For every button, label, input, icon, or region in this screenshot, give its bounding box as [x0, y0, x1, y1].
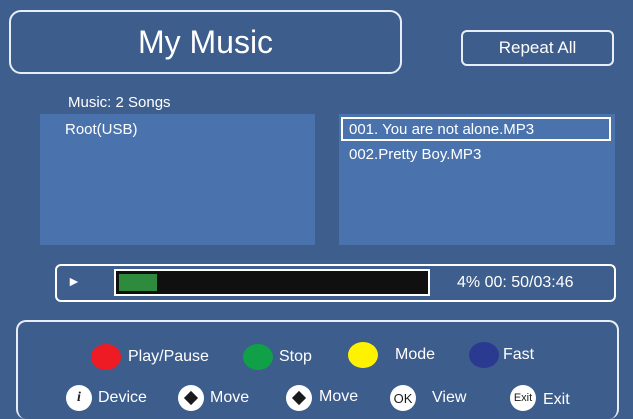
- folder-list: Root(USB): [40, 114, 315, 245]
- legend-label-view: View: [432, 389, 467, 406]
- legend-label-stop: Stop: [279, 348, 312, 365]
- red-key-icon: [91, 344, 121, 370]
- page-title-text: My Music: [137, 23, 274, 60]
- ok-icon: OK: [390, 385, 416, 411]
- yellow-key-icon: [348, 342, 378, 368]
- playback-bar: ► 4% 00: 50/03:46: [55, 264, 616, 302]
- song-count-label: Music: 2 Songs: [68, 94, 171, 111]
- folder-item-root[interactable]: Root(USB): [65, 121, 138, 138]
- music-player-panel: My Music Repeat All Music: 2 Songs Root(…: [0, 0, 633, 419]
- remote-key-legend: Play/Pause Stop Mode Fast i Device Move …: [16, 320, 619, 419]
- repeat-mode-button[interactable]: Repeat All: [461, 30, 614, 66]
- green-key-icon: [243, 344, 273, 370]
- repeat-mode-label: Repeat All: [498, 38, 577, 57]
- song-item[interactable]: 002.Pretty Boy.MP3: [343, 144, 481, 168]
- play-icon: ►: [67, 273, 81, 289]
- left-right-arrow-icon: [286, 385, 312, 411]
- song-item-selected[interactable]: 001. You are not alone.MP3: [341, 117, 611, 141]
- legend-label-fast: Fast: [503, 346, 535, 363]
- legend-label-mode: Mode: [395, 346, 436, 363]
- legend-label-move-vertical: Move: [210, 389, 250, 406]
- song-list: 001. You are not alone.MP3 002.Pretty Bo…: [339, 114, 615, 245]
- info-icon: i: [66, 385, 92, 411]
- exit-icon: Exit: [510, 385, 536, 411]
- up-down-arrow-icon: [178, 385, 204, 411]
- legend-label-move-horizontal: Move: [319, 388, 359, 405]
- blue-key-icon: [469, 342, 499, 368]
- page-title: My Music: [9, 10, 402, 74]
- progress-track[interactable]: [114, 269, 430, 296]
- legend-label-play-pause: Play/Pause: [128, 348, 209, 365]
- legend-label-device: Device: [98, 389, 147, 406]
- progress-fill: [119, 274, 157, 291]
- playback-status: 4% 00: 50/03:46: [457, 274, 574, 291]
- legend-label-exit: Exit: [543, 391, 570, 408]
